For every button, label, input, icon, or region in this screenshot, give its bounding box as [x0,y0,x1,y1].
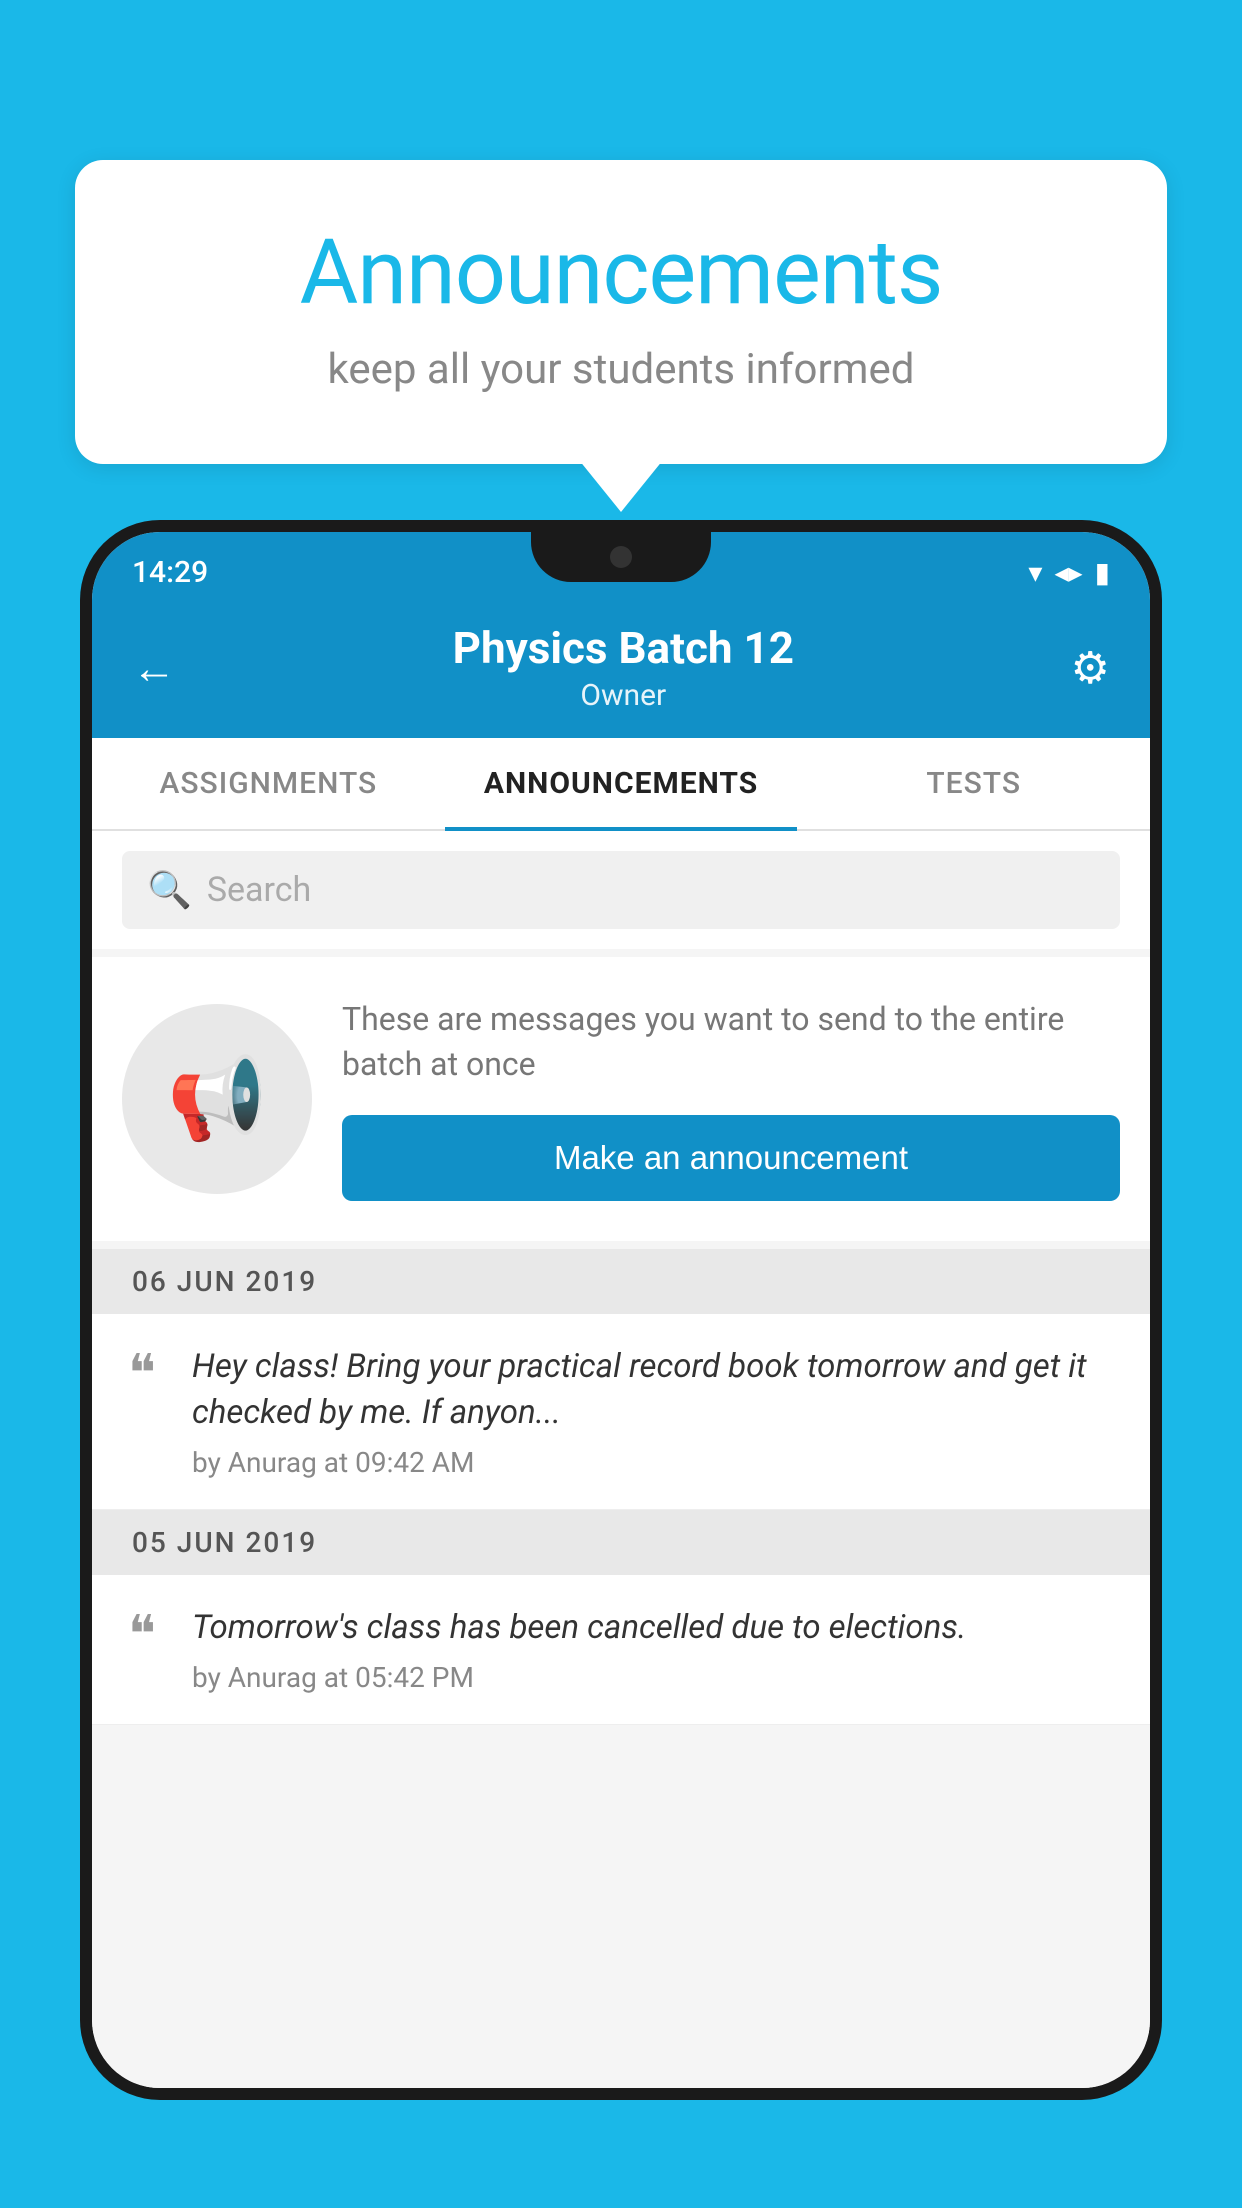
wifi-icon: ▾ [1028,556,1042,589]
tab-announcements[interactable]: ANNOUNCEMENTS [445,738,798,829]
phone-outer-shell: 14:29 ▾ ◂▸ ▮ ← Physics Batch 12 Owner ⚙ [80,520,1162,2100]
status-icons: ▾ ◂▸ ▮ [1028,556,1110,589]
promo-card: 📢 These are messages you want to send to… [92,957,1150,1241]
header-subtitle: Owner [176,678,1071,713]
settings-button[interactable]: ⚙ [1071,642,1110,694]
promo-content: These are messages you want to send to t… [342,997,1120,1201]
phone-screen: 14:29 ▾ ◂▸ ▮ ← Physics Batch 12 Owner ⚙ [92,532,1150,2088]
announcement-item-1[interactable]: ❝ Hey class! Bring your practical record… [92,1314,1150,1510]
battery-icon: ▮ [1095,556,1110,589]
header-title: Physics Batch 12 [176,622,1071,674]
quote-icon-1: ❝ [112,1349,172,1401]
search-container: 🔍 Search [92,831,1150,949]
announcement-meta-1: by Anurag at 09:42 AM [192,1446,1120,1479]
announcement-content-1: Hey class! Bring your practical record b… [192,1344,1120,1479]
announcement-text-2: Tomorrow's class has been cancelled due … [192,1605,1120,1651]
date-header-1: 06 JUN 2019 [92,1249,1150,1314]
camera-lens [610,546,632,568]
announcement-item-2[interactable]: ❝ Tomorrow's class has been cancelled du… [92,1575,1150,1725]
tabs-bar: ASSIGNMENTS ANNOUNCEMENTS TESTS [92,738,1150,831]
quote-icon-2: ❝ [112,1610,172,1662]
signal-icon: ◂▸ [1054,556,1082,589]
megaphone-icon: 📢 [167,1052,267,1146]
announcement-meta-2: by Anurag at 05:42 PM [192,1661,1120,1694]
content-area: 🔍 Search 📢 These are messages you want t… [92,831,1150,2088]
bubble-subtitle: keep all your students informed [125,345,1117,394]
app-header: ← Physics Batch 12 Owner ⚙ [92,602,1150,738]
search-bar[interactable]: 🔍 Search [122,851,1120,929]
phone-mockup: 14:29 ▾ ◂▸ ▮ ← Physics Batch 12 Owner ⚙ [80,520,1162,2208]
header-center: Physics Batch 12 Owner [176,622,1071,713]
search-placeholder-text: Search [207,870,311,910]
promo-icon-circle: 📢 [122,1004,312,1194]
promo-description: These are messages you want to send to t… [342,997,1120,1087]
speech-bubble-card: Announcements keep all your students inf… [75,160,1167,464]
phone-notch [531,532,711,582]
announcement-content-2: Tomorrow's class has been cancelled due … [192,1605,1120,1694]
tab-assignments[interactable]: ASSIGNMENTS [92,738,445,829]
speech-bubble-section: Announcements keep all your students inf… [75,160,1167,464]
search-icon: 🔍 [147,869,192,911]
back-button[interactable]: ← [132,642,176,694]
announcement-text-1: Hey class! Bring your practical record b… [192,1344,1120,1436]
tab-tests[interactable]: TESTS [797,738,1150,829]
status-time: 14:29 [132,555,208,590]
date-header-2: 05 JUN 2019 [92,1510,1150,1575]
make-announcement-button[interactable]: Make an announcement [342,1115,1120,1201]
bubble-title: Announcements [125,220,1117,325]
